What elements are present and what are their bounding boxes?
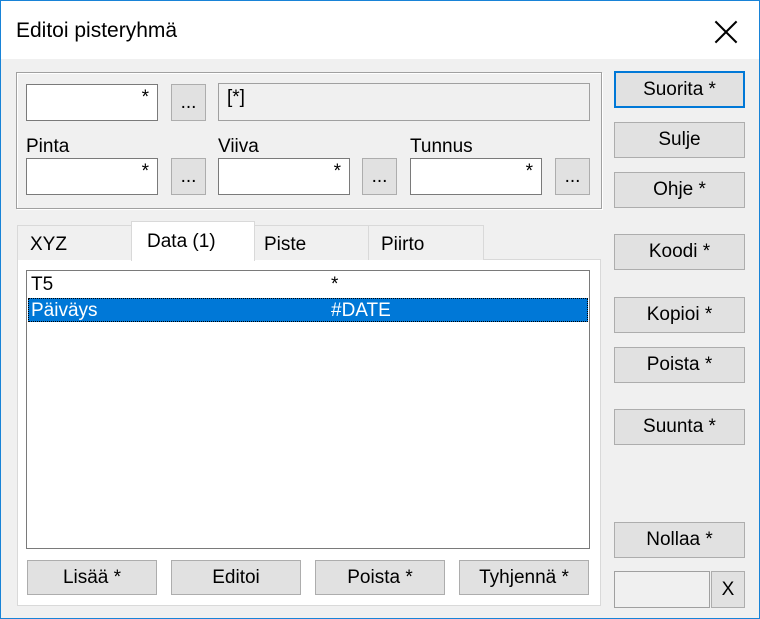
small-input-field[interactable] (614, 571, 710, 608)
title-bar: Editoi pisteryhmä (1, 1, 759, 59)
list-item-name: Päiväys (31, 300, 98, 321)
run-button[interactable]: Suorita * (614, 71, 745, 108)
code-browse-button[interactable]: ... (171, 84, 206, 121)
viiva-input-value: * (333, 161, 341, 182)
code-readonly-field: [*] (218, 83, 590, 121)
viiva-browse-button[interactable]: ... (362, 158, 397, 195)
tab-piste[interactable]: Piste (254, 225, 369, 260)
delete-row-button[interactable]: Poista * (315, 560, 445, 595)
add-button[interactable]: Lisää * (27, 560, 157, 595)
list-item-name: T5 (31, 274, 54, 295)
tab-data[interactable]: Data (1) (131, 221, 255, 261)
x-button[interactable]: X (711, 571, 745, 608)
tab-data-label: Data (1) (147, 231, 216, 252)
list-item-value: * (331, 274, 339, 295)
close-icon[interactable] (709, 15, 743, 49)
code-input[interactable]: * (26, 84, 158, 121)
delete-button[interactable]: Poista * (614, 347, 745, 383)
pinta-label: Pinta (26, 136, 70, 157)
code-input-value: * (141, 87, 149, 108)
direction-button[interactable]: Suunta * (614, 409, 745, 445)
pinta-input[interactable]: * (26, 158, 158, 195)
edit-button[interactable]: Editoi (171, 560, 301, 595)
viiva-label: Viiva (218, 136, 259, 157)
tunnus-input[interactable]: * (410, 158, 542, 195)
help-button[interactable]: Ohje * (614, 172, 745, 208)
code-button[interactable]: Koodi * (614, 234, 745, 270)
reset-button[interactable]: Nollaa * (614, 522, 745, 558)
copy-button[interactable]: Kopioi * (614, 297, 745, 333)
list-item-selected[interactable]: Päiväys #DATE (28, 298, 588, 322)
tab-piste-label: Piste (264, 234, 307, 255)
list-item-value: #DATE (331, 300, 391, 321)
tunnus-label: Tunnus (410, 136, 473, 157)
window-title: Editoi pisteryhmä (16, 19, 178, 42)
clear-button[interactable]: Tyhjennä * (459, 560, 589, 595)
tunnus-browse-button[interactable]: ... (555, 158, 590, 195)
tunnus-input-value: * (525, 161, 533, 182)
list-item[interactable]: T5 * (28, 272, 588, 296)
pinta-browse-button[interactable]: ... (171, 158, 206, 195)
code-readonly-value: [*] (227, 87, 245, 108)
close-button[interactable]: Sulje (614, 122, 745, 158)
tab-piirto-label: Piirto (381, 234, 425, 255)
tab-piirto[interactable]: Piirto (368, 225, 484, 260)
pinta-input-value: * (141, 161, 149, 182)
data-list[interactable]: T5 * Päiväys #DATE (26, 270, 590, 549)
tab-xyz[interactable]: XYZ (17, 225, 132, 260)
viiva-input[interactable]: * (218, 158, 350, 195)
tab-xyz-label: XYZ (30, 234, 67, 255)
